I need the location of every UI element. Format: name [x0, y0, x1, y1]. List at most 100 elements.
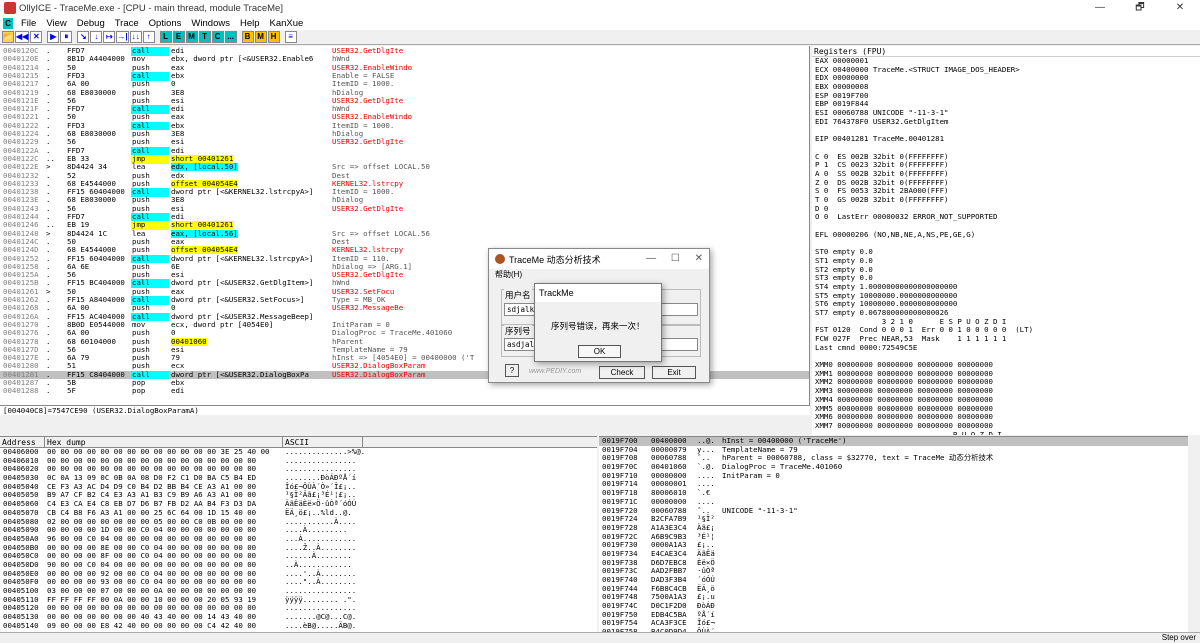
stack-scrollbar[interactable] — [1188, 436, 1200, 632]
dialog-minimize-button[interactable]: — — [646, 253, 656, 264]
minimize-button[interactable]: — — [1080, 0, 1120, 16]
stack-row[interactable]: 0019F714 00000001.... — [599, 480, 1200, 489]
registers-header: Registers (FPU) — [812, 46, 1200, 57]
executables-button[interactable]: E — [172, 31, 185, 43]
menu-debug[interactable]: Debug — [72, 18, 110, 29]
dialog-close-button[interactable]: ✕ — [695, 253, 703, 264]
register-line[interactable]: O 0 LastErr 00000032 ERROR_NOT_SUPPORTED — [812, 213, 1200, 222]
step-over-icon[interactable]: ↓ — [90, 31, 103, 43]
stack-row[interactable]: 0019F73C AAD2FBB7 ·ûÒª — [599, 567, 1200, 576]
status-bar: Step over — [0, 632, 1200, 642]
stack-row[interactable]: 0019F750 EDB4C5BA ºÅ´í — [599, 610, 1200, 620]
stack-row[interactable]: 0019F754 ACA3F3CE Îó£¬ — [599, 619, 1200, 628]
memory-map-button[interactable]: M — [254, 31, 267, 43]
dialog-title: TraceMe 动态分析技术 — [509, 254, 601, 265]
stack-row[interactable]: 0019F744 F6B8C4CB ËÄ¸ö — [599, 584, 1200, 594]
dump-row[interactable]: 00405140 09 00 00 00 E8 42 40 00 00 00 00… — [0, 620, 597, 631]
stack-row[interactable]: 0019F734 E4CAE3C4 ÄãÊä — [599, 549, 1200, 559]
ok-button[interactable]: OK — [578, 345, 621, 358]
stack-row[interactable]: 0019F708 00060788 ˆ.. hParent = 00060788, c… — [599, 454, 1200, 463]
register-line[interactable]: EIP 00401281 TraceMe.00401281 — [812, 134, 1200, 144]
dump-col-ascii[interactable]: ASCII — [283, 437, 363, 447]
check-button[interactable]: Check — [599, 366, 645, 379]
register-line[interactable]: T 0 GS 002B 32bit 0(FFFFFFFF) — [812, 195, 1200, 205]
execute-till-return-icon[interactable]: ↓↓ — [129, 31, 142, 43]
dialog-maximize-button[interactable]: ☐ — [671, 253, 680, 264]
open-icon[interactable]: 📂 — [2, 31, 14, 43]
step-into-icon[interactable]: ↘ — [77, 31, 90, 43]
stack-row[interactable]: 0019F72C A6B9C9B3 ³É¹¦ — [599, 532, 1200, 542]
menu-trace[interactable]: Trace — [110, 18, 144, 29]
register-line[interactable]: EBX 00000008 — [812, 82, 1200, 92]
close-button[interactable]: ✕ — [1160, 0, 1200, 16]
registers-pane[interactable]: Registers (FPU) EAX 00000001 ECX 00400000… — [812, 46, 1200, 435]
handles-button[interactable]: H — [267, 31, 280, 43]
menu-view[interactable]: View — [41, 18, 71, 29]
stack-row[interactable]: 0019F738 D6D7EBC8 Èë×Ö — [599, 558, 1200, 568]
pause-icon[interactable]: ⏸ — [60, 31, 73, 43]
log-window-button[interactable]: L — [159, 31, 172, 43]
stack-row[interactable]: 0019F718 80006010 `.€ — [599, 488, 1200, 498]
stack-row[interactable]: 0019F748 7500A1A3 £¡.u — [599, 593, 1200, 602]
register-line[interactable]: EFL 00000206 (NO,NB,NE,A,NS,PE,GE,G) — [812, 230, 1200, 240]
register-line[interactable]: Last cmnd 0000:72549C5E — [812, 343, 1200, 353]
stack-row[interactable]: 0019F724 B2CFA7B9 ¹§Ï² — [599, 514, 1200, 524]
run-icon[interactable]: ▶ — [47, 31, 60, 43]
dump-col-hex[interactable]: Hex dump — [45, 437, 283, 447]
info-pane: [004040C8]=7547CE90 (USER32.DialogBoxPar… — [0, 405, 810, 415]
stack-row[interactable]: 0019F700 00400000 ..@. hInst = 00400000 ('T… — [599, 437, 1200, 446]
disasm-row[interactable]: 00401288. 5F pop edi — [0, 387, 809, 396]
memory-button[interactable]: M — [185, 31, 198, 43]
register-line[interactable]: ECX 00400000 TraceMe.<STRUCT IMAGE_DOS_H… — [812, 65, 1200, 75]
register-line[interactable]: EDI 764378F0 USER32.GetDlgItem — [812, 117, 1200, 127]
stack-row[interactable]: 0019F728 A1A3E3C4 Äã£¡ — [599, 523, 1200, 533]
disasm-operand-highlight: offset 004054E4 — [171, 179, 238, 188]
dump-hex: 09 00 00 00 E8 42 40 00 00 00 00 00 C4 4… — [47, 620, 257, 630]
go-to-icon[interactable]: ↑ — [142, 31, 155, 43]
stack-row[interactable]: 0019F74C D0C1F2D0 ÐòÁÐ — [599, 601, 1200, 611]
dump-col-address[interactable]: Address — [0, 437, 45, 447]
help-button[interactable]: ? — [505, 364, 519, 377]
disasm-mnemonic: pop — [132, 387, 146, 396]
hex-dump-pane[interactable]: Address Hex dump ASCII 00406000 00 00 00 … — [0, 436, 597, 632]
menu-options[interactable]: Options — [144, 18, 187, 29]
stack-row[interactable]: 0019F720 00060788 ˆ.. UNICODE "-11-3-1" — [599, 506, 1200, 516]
messagebox-title: TrackMe — [535, 284, 661, 302]
menu-file[interactable]: File — [16, 18, 41, 29]
menu-bar: C File View Debug Trace Options Windows … — [0, 16, 1200, 30]
stack-comment: InitParam = 0 — [722, 470, 780, 480]
threads-button[interactable]: T — [198, 31, 211, 43]
cpu-button[interactable]: C — [211, 31, 224, 43]
more-button[interactable]: ... — [224, 31, 237, 43]
menu-help[interactable]: Help — [235, 18, 265, 29]
window-controls: — 🗗 ✕ — [1080, 0, 1200, 16]
stack-pane[interactable]: 0019F700 00400000 ..@. hInst = 00400000 ('T… — [599, 436, 1200, 632]
restore-button[interactable]: 🗗 — [1120, 0, 1160, 16]
site-label: www.PEDIY.com — [529, 368, 582, 375]
register-line[interactable]: P U O Z D I — [812, 430, 1200, 435]
disasm-hex: 5F — [67, 387, 76, 396]
serial-label: 序列号 — [504, 325, 532, 337]
menu-kanxue[interactable]: KanXue — [265, 18, 309, 29]
stack-row[interactable]: 0019F730 0000A1A3 £¡.. — [599, 541, 1200, 550]
exit-button[interactable]: Exit — [652, 366, 696, 379]
stack-row[interactable]: 0019F71C 00000000.... — [599, 497, 1200, 507]
dialog-menu-help[interactable]: 帮助(H) — [489, 269, 709, 280]
disasm-operand-highlight: 00401060 — [171, 337, 207, 346]
cpu-window-icon[interactable]: C — [3, 17, 13, 29]
dump-address: 00405140 — [3, 620, 39, 630]
register-line[interactable]: EDX 00000000 — [812, 74, 1200, 83]
trace-into-icon[interactable]: ↦ — [103, 31, 116, 43]
stack-row[interactable]: 0019F740 DAD3F3B4 ´óÓÚ — [599, 575, 1200, 585]
register-line[interactable]: ESP 0019F700 — [812, 91, 1200, 101]
breakpoints-button[interactable]: B — [241, 31, 254, 43]
close-program-icon[interactable]: ✕ — [30, 31, 43, 43]
disasm-operand-highlight: short 00401261 — [171, 221, 234, 230]
trace-over-icon[interactable]: →| — [116, 31, 129, 43]
menu-windows[interactable]: Windows — [186, 18, 235, 29]
stack-row[interactable]: 0019F710 00000000.... InitParam = 0 — [599, 470, 1200, 481]
restart-icon[interactable]: ◀◀ — [15, 31, 30, 43]
disasm-operand-highlight: short 00401261 — [171, 154, 234, 163]
options-list-icon[interactable]: ≡ — [284, 31, 297, 43]
stack-row[interactable]: 0019F70C 00401060 `.@. DialogProc = TraceMe… — [599, 462, 1200, 472]
